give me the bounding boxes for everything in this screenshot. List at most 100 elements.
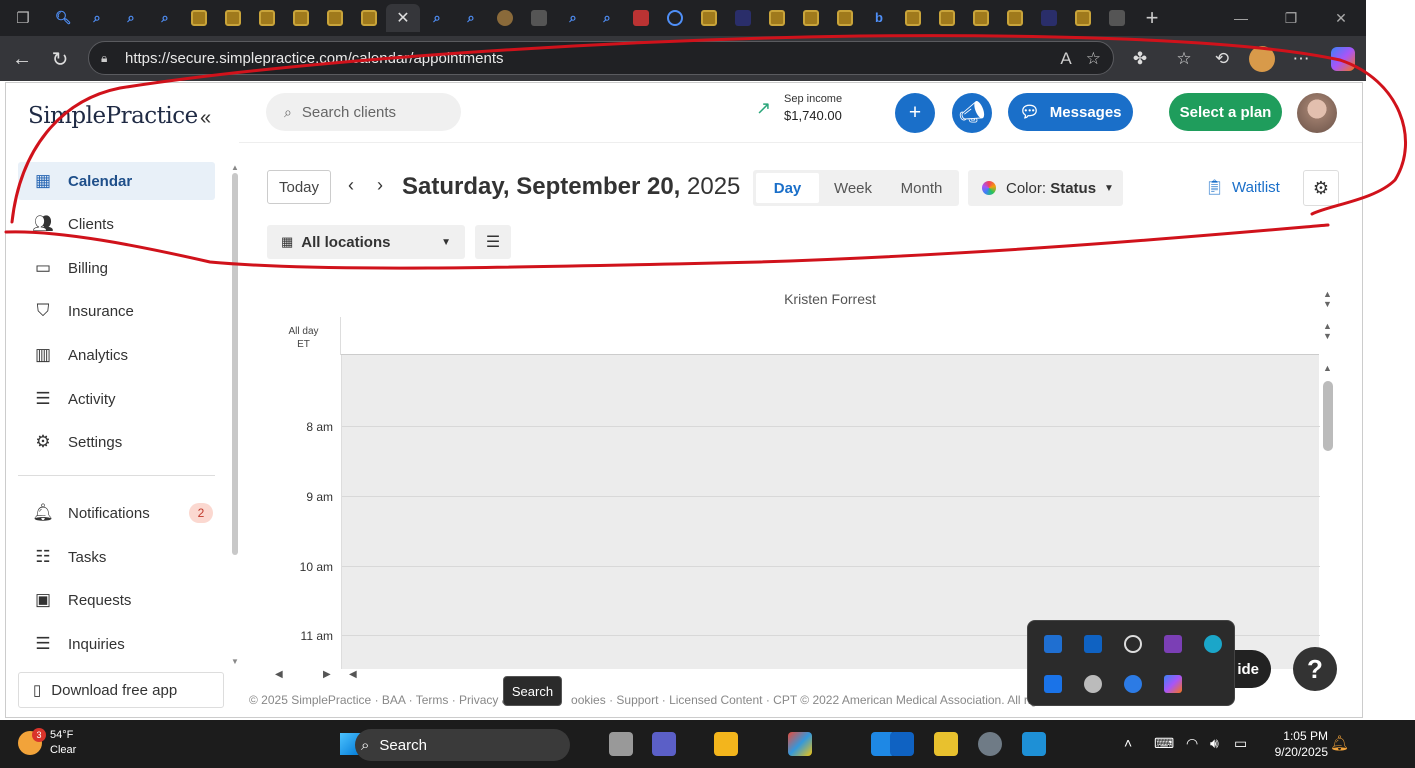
edge-icon[interactable] [1204,635,1222,653]
browser-tab[interactable] [250,4,284,32]
browser-tab[interactable] [284,4,318,32]
sidebar-item-analytics[interactable]: ▥ Analytics [18,336,215,374]
sidebar-item-activity[interactable]: ☰ Activity [18,380,215,418]
calendar-settings-button[interactable]: ⚙ [1303,170,1339,206]
teams-icon[interactable] [652,732,676,756]
today-button[interactable]: Today [267,170,331,204]
browser-tab[interactable]: 🔍︎ [46,4,80,32]
scroll-up-arrow-icon[interactable]: ▲ [231,163,239,172]
sidebar-item-inquiries[interactable]: ☰ Inquiries [18,625,215,663]
security-warning-icon[interactable] [1044,635,1062,653]
browser-tab[interactable] [1032,4,1066,32]
browser-tab[interactable] [216,4,250,32]
refresh-icon[interactable]: ↻ [46,45,74,73]
onedrive-icon[interactable] [1124,675,1142,693]
sidebar-item-calendar[interactable]: ▦ Calendar [18,162,215,200]
tab-week[interactable]: Week [819,173,887,203]
add-button[interactable]: + [895,93,935,133]
user-avatar[interactable] [1297,93,1337,133]
filter-settings-button[interactable]: ☰ [475,225,511,259]
allday-scroll-arrows-icon[interactable]: ▲ ▼ [1323,321,1332,341]
browser-tab[interactable] [692,4,726,32]
color-by-select[interactable]: Color: Status ▼ [968,170,1123,206]
browser-tab[interactable] [964,4,998,32]
sidebar-item-clients[interactable]: 👥︎ Clients [18,205,215,243]
browser-tab[interactable] [998,4,1032,32]
sidebar-item-billing[interactable]: ▭ Billing [18,249,215,287]
simplepractice-logo[interactable]: SimplePractice [28,103,198,129]
browser-tab[interactable]: ⌕ [420,4,454,32]
browser-tab[interactable] [930,4,964,32]
chevron-up-icon[interactable]: ˄ [1124,735,1132,751]
sidebar-item-tasks[interactable]: ☷ Tasks [18,538,215,576]
browser-tab[interactable] [318,4,352,32]
office-icon[interactable] [788,732,812,756]
browser-tab[interactable] [726,4,760,32]
task-view-icon[interactable] [609,732,633,756]
chevron-left-icon[interactable]: ‹ [348,175,354,196]
browser-tab[interactable]: b [862,4,896,32]
browser-tab[interactable] [624,4,658,32]
browser-tab[interactable] [896,4,930,32]
tab-month[interactable]: Month [887,173,956,203]
search-input[interactable] [301,103,452,121]
sidebar-item-settings[interactable]: ⚙ Settings [18,423,215,461]
copilot-tray-icon[interactable] [1164,675,1182,693]
help-button[interactable]: ? [1293,647,1337,691]
browser-profile-avatar[interactable] [1249,46,1275,72]
settings-gear-icon[interactable] [978,732,1002,756]
select-plan-button[interactable]: Select a plan [1169,93,1282,131]
browser-tab[interactable] [1100,4,1134,32]
browser-tab[interactable]: ⌕ [148,4,182,32]
link-icon[interactable] [1124,635,1142,653]
more-menu-icon[interactable]: ⋯ [1287,45,1315,73]
browser-tab[interactable]: ⌕ [454,4,488,32]
url-field[interactable]: 🔒︎ https://secure.simplepractice.com/cal… [88,41,1114,75]
history-icon[interactable]: ⟲ [1208,45,1236,73]
sidebar-item-insurance[interactable]: ⛉ Insurance [18,292,215,330]
browser-tab[interactable]: ⌕ [80,4,114,32]
browser-tab[interactable]: ⌕ [114,4,148,32]
waitlist-button[interactable]: 📋︎ Waitlist [1205,178,1280,197]
browser-tab[interactable] [794,4,828,32]
all-day-row[interactable] [341,317,1319,355]
browser-tab[interactable] [182,4,216,32]
grid-scrollbar[interactable] [1323,381,1333,451]
browser-tab[interactable]: ⌕ [590,4,624,32]
monthly-income-widget[interactable]: ↗ Sep income $1,740.00 [756,93,842,123]
browser-tab[interactable] [522,4,556,32]
volume-icon[interactable]: 🔊︎ [1210,735,1219,752]
cloud-paused-icon[interactable] [1084,675,1102,693]
workspaces-icon[interactable]: ❐ [0,0,46,36]
weather-widget[interactable]: 3 54°F Clear [18,728,76,758]
file-explorer-icon[interactable] [714,732,738,756]
back-arrow-icon[interactable]: ← [8,45,36,73]
browser-tab[interactable] [658,4,692,32]
keyboard-icon[interactable]: ⌨ [1154,735,1174,752]
download-app-button[interactable]: ▯ Download free app [18,672,224,708]
browser-tab[interactable] [828,4,862,32]
announcements-button[interactable]: 📣︎ [952,93,992,133]
scroll-right-arrow-icon[interactable]: ▶ [323,669,331,680]
extensions-icon[interactable]: ✤ [1126,45,1154,73]
restore-icon[interactable]: ❐ [1266,0,1316,36]
browser-tab[interactable] [352,4,386,32]
active-browser-tab[interactable]: ✕ [386,4,420,32]
browser-tab[interactable] [760,4,794,32]
sticky-app-icon[interactable] [934,732,958,756]
scroll-left-arrow-icon[interactable]: ◀ [349,669,357,680]
outlook-icon[interactable] [1084,635,1102,653]
store-app-icon[interactable] [1022,732,1046,756]
tab-day[interactable]: Day [756,173,819,203]
favorites-icon[interactable]: ☆ [1170,45,1198,73]
scroll-down-arrow-icon[interactable]: ▼ [231,657,239,666]
sort-arrows-icon[interactable]: ▲ ▼ [1323,289,1332,309]
sidebar-item-requests[interactable]: ▣ Requests [18,581,215,619]
taskbar-clock[interactable]: 1:05 PM 9/20/2025 [1262,728,1328,760]
search-clients-field[interactable]: ⌕ [266,93,461,131]
sidebar-scrollbar[interactable] [232,173,238,555]
chevron-right-icon[interactable]: › [377,175,383,196]
wifi-icon[interactable]: ◠ [1186,735,1198,752]
browser-tab[interactable] [488,4,522,32]
minimize-icon[interactable]: — [1216,0,1266,36]
